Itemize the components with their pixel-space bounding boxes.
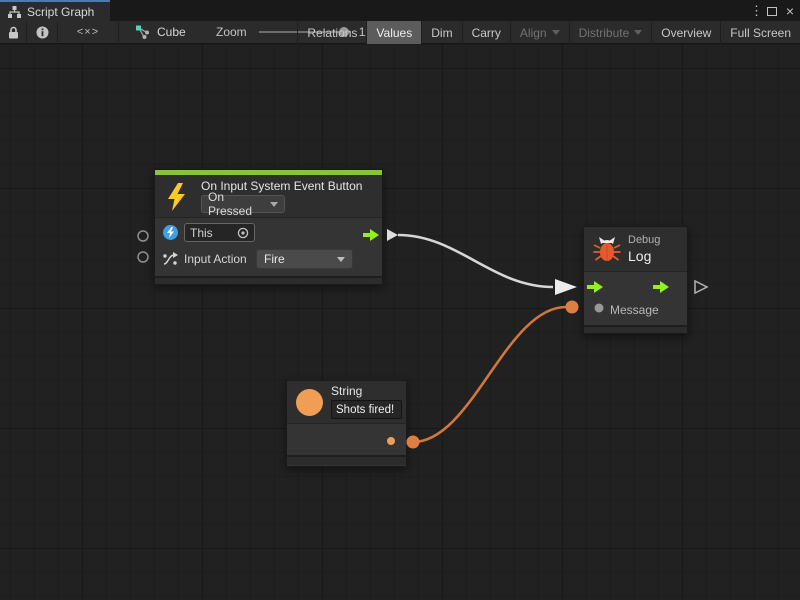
toolbar-toggle-group: Relations Values Dim Carry Align Distrib… (297, 21, 800, 44)
event-input-port-bottom[interactable] (138, 252, 148, 262)
lock-button[interactable] (0, 21, 26, 43)
debug-node-header[interactable]: Debug Log (584, 227, 687, 272)
input-action-icon (162, 251, 179, 268)
chevron-down-icon (634, 30, 642, 35)
control-wire[interactable] (398, 235, 553, 287)
graph-owner[interactable]: Cube (135, 21, 186, 43)
gameobject-bolt-icon (163, 225, 178, 240)
trigger-dropdown[interactable]: On Pressed (201, 195, 285, 213)
info-icon (36, 26, 49, 39)
distribute-button[interactable]: Distribute (569, 21, 652, 44)
node-debug-log[interactable]: Debug Log Message (583, 226, 688, 334)
fullscreen-button[interactable]: Full Screen (720, 21, 800, 44)
graph-canvas[interactable]: On Input System Event Button On Pressed … (0, 44, 800, 600)
event-node-header[interactable]: On Input System Event Button On Pressed (155, 175, 382, 218)
input-action-dropdown[interactable]: Fire (256, 249, 353, 269)
string-node-header[interactable]: String Shots fired! (287, 381, 406, 424)
string-node-title: String (331, 384, 362, 398)
input-action-label: Input Action (184, 252, 247, 266)
string-node-body (287, 424, 406, 455)
lock-icon (8, 26, 19, 39)
target-row: This (155, 218, 382, 246)
value-wire[interactable] (413, 307, 566, 442)
chevron-down-icon (270, 202, 278, 207)
tab-label: Script Graph (27, 5, 94, 19)
node-on-input-system-event-button[interactable]: On Input System Event Button On Pressed … (154, 169, 383, 285)
graph-toolbar: <×> Cube Zoom 1x Relations Values Dim Ca… (0, 21, 800, 44)
relations-button[interactable]: Relations (297, 21, 366, 44)
chevron-down-icon (552, 30, 560, 35)
target-picker-icon[interactable] (237, 227, 249, 239)
message-port-label: Message (610, 303, 659, 317)
script-graph-icon (8, 6, 21, 18)
value-wire-start-dot (407, 436, 420, 449)
info-button[interactable] (27, 21, 57, 43)
debug-node-footer (584, 325, 687, 333)
lightning-bolt-icon (165, 182, 189, 212)
carry-button[interactable]: Carry (462, 21, 510, 44)
input-action-row: Input Action Fire (155, 246, 382, 274)
dim-button[interactable]: Dim (421, 21, 461, 44)
event-node-body: This Input Action (155, 218, 382, 276)
zoom-label: Zoom (216, 25, 247, 39)
target-self-field[interactable]: This (184, 223, 255, 242)
maximize-icon[interactable] (767, 7, 777, 16)
align-button[interactable]: Align (510, 21, 569, 44)
overview-button[interactable]: Overview (651, 21, 720, 44)
node-string-literal[interactable]: String Shots fired! (286, 380, 407, 467)
debug-node-title: Log (628, 248, 651, 264)
chevron-down-icon (337, 257, 345, 262)
debug-node-body: Message (584, 272, 687, 325)
event-input-port-top[interactable] (138, 231, 148, 241)
string-value-input[interactable]: Shots fired! (331, 400, 402, 419)
code-ports-icon: <×> (77, 26, 99, 38)
ports-toggle-button[interactable]: <×> (58, 21, 118, 43)
value-wire-end-dot (566, 301, 579, 314)
string-node-footer (287, 455, 406, 465)
control-wire-end-arrow (555, 279, 577, 295)
bug-icon (593, 236, 621, 263)
toolbar-separator (118, 22, 119, 42)
graph-owner-label: Cube (157, 25, 186, 39)
tab-script-graph[interactable]: Script Graph (0, 0, 110, 21)
window-controls: ⋮ × (750, 0, 796, 21)
event-node-footer (155, 276, 382, 284)
graph-owner-icon (135, 25, 150, 39)
script-graph-window: Script Graph ⋮ × <×> (0, 0, 800, 600)
values-button[interactable]: Values (366, 21, 421, 44)
close-icon[interactable]: × (784, 3, 796, 19)
tab-bar: Script Graph ⋮ × (0, 0, 800, 21)
window-menu-icon[interactable]: ⋮ (750, 3, 760, 19)
control-wire-start-triangle[interactable] (387, 229, 398, 241)
debug-external-output-port[interactable] (695, 281, 707, 293)
debug-node-category: Debug (628, 234, 660, 246)
string-type-icon (296, 389, 323, 416)
